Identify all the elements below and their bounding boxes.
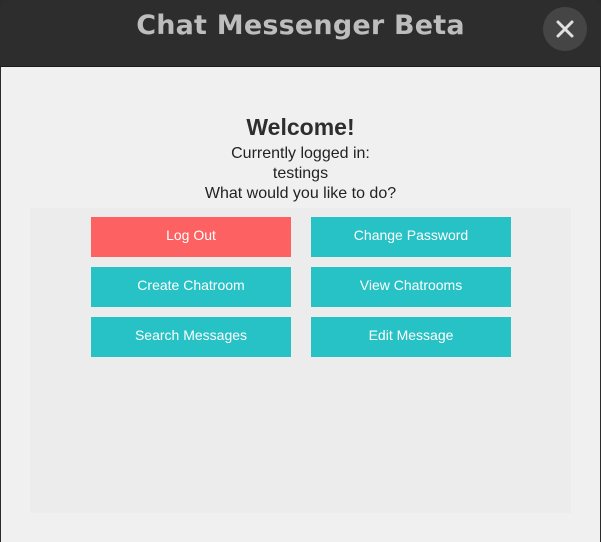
logged-in-label: Currently logged in: bbox=[231, 145, 370, 162]
create-chatroom-button[interactable]: Create Chatroom bbox=[91, 267, 291, 307]
username-label: testings bbox=[272, 165, 329, 182]
prompt-label: What would you like to do? bbox=[204, 185, 397, 202]
search-messages-button[interactable]: Search Messages bbox=[91, 317, 291, 357]
log-out-button[interactable]: Log Out bbox=[91, 217, 291, 257]
view-chatrooms-button[interactable]: View Chatrooms bbox=[311, 267, 511, 307]
app-window: Chat Messenger Beta Welcome! Currently l… bbox=[0, 0, 601, 542]
change-password-button[interactable]: Change Password bbox=[311, 217, 511, 257]
title-bar[interactable]: Chat Messenger Beta bbox=[0, 0, 601, 67]
main-content: Welcome! Currently logged in: testings W… bbox=[1, 67, 600, 542]
actions-panel: Log Out Change Password Create Chatroom … bbox=[30, 208, 571, 513]
edit-message-button[interactable]: Edit Message bbox=[311, 317, 511, 357]
window-title: Chat Messenger Beta bbox=[136, 10, 465, 41]
close-icon bbox=[556, 20, 574, 38]
welcome-heading: Welcome! bbox=[246, 114, 355, 140]
close-button[interactable] bbox=[543, 7, 587, 51]
